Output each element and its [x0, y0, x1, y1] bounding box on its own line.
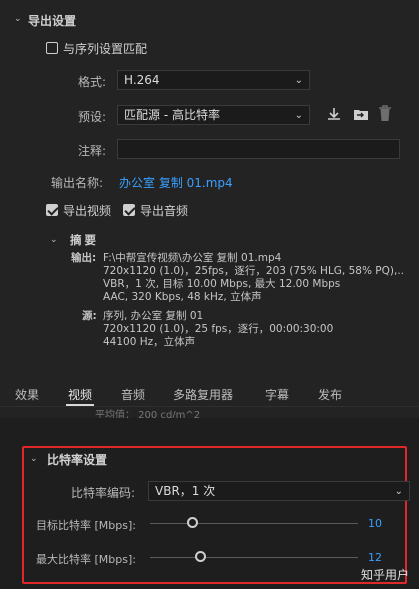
watermark-text: 知乎用户	[360, 568, 409, 582]
export-audio-checkbox[interactable]	[123, 204, 135, 216]
bitrate-encoding-select[interactable]: VBR，1 次 ⌄	[148, 481, 410, 501]
match-sequence-checkbox[interactable]	[46, 42, 58, 54]
chevron-down-icon[interactable]: ⌄	[50, 235, 58, 245]
chevron-down-icon[interactable]: ⌄	[14, 14, 22, 24]
target-bitrate-slider-thumb[interactable]	[187, 517, 198, 528]
export-settings-title: 导出设置	[28, 14, 77, 28]
format-value: H.264	[124, 73, 160, 87]
output-name-link[interactable]: 办公室 复制 01.mp4	[119, 174, 233, 191]
trash-icon[interactable]	[378, 105, 392, 122]
match-sequence-label: 与序列设置匹配	[63, 42, 148, 56]
summary-output-line: VBR，1 次, 目标 10.00 Mbps, 最大 12.00 Mbps	[103, 278, 341, 290]
summary-output-line: F:\中帮宣传视频\办公室 复制 01.mp4	[103, 252, 282, 264]
tab-bar: 效果 视频 音频 多路复用器 字幕 发布	[0, 381, 419, 407]
chevron-down-icon[interactable]: ⌄	[30, 454, 38, 464]
comment-input[interactable]	[117, 139, 400, 159]
bitrate-encoding-label: 比特率编码:	[71, 486, 136, 500]
target-bitrate-label: 目标比特率 [Mbps]:	[36, 519, 136, 532]
max-bitrate-label: 最大比特率 [Mbps]:	[36, 553, 136, 566]
max-bitrate-slider-thumb[interactable]	[195, 551, 206, 562]
target-bitrate-value[interactable]: 10	[368, 517, 382, 530]
export-video-checkbox[interactable]	[46, 204, 58, 216]
preset-label: 预设:	[78, 110, 107, 124]
export-video-label: 导出视频	[63, 204, 112, 218]
summary-output-line: 720x1120 (1.0)，25fps，逐行，203 (75% HLG, 58…	[103, 265, 404, 277]
summary-title: 摘要	[70, 233, 99, 247]
chevron-down-icon: ⌄	[294, 110, 303, 121]
preset-select[interactable]: 匹配源 - 高比特率 ⌄	[117, 105, 310, 125]
format-select[interactable]: H.264 ⌄	[117, 70, 310, 90]
import-preset-icon[interactable]	[352, 106, 370, 122]
summary-source-line: 44100 Hz，立体声	[103, 336, 196, 348]
export-audio-label: 导出音频	[140, 204, 189, 218]
max-bitrate-value[interactable]: 12	[368, 551, 382, 564]
output-name-label: 输出名称:	[51, 176, 104, 190]
chevron-down-icon: ⌄	[394, 486, 403, 497]
bitrate-settings-title: 比特率设置	[47, 453, 108, 467]
format-label: 格式:	[78, 75, 107, 89]
comment-label: 注释:	[78, 144, 107, 158]
target-bitrate-slider-track[interactable]	[150, 523, 358, 524]
preset-value: 匹配源 - 高比特率	[124, 108, 220, 122]
active-tab-indicator	[66, 404, 94, 406]
summary-source-line: 720x1120 (1.0)，25 fps，逐行，00:00:30:00	[103, 323, 334, 335]
tab-effects[interactable]: 效果	[15, 386, 39, 403]
tab-multiplexer[interactable]: 多路复用器	[173, 386, 233, 403]
download-icon[interactable]	[326, 106, 342, 122]
summary-source-label: 源:	[82, 310, 97, 322]
summary-output-line: AAC, 320 Kbps, 48 kHz, 立体声	[103, 291, 262, 303]
max-bitrate-slider-track[interactable]	[150, 557, 358, 558]
tab-video[interactable]: 视频	[68, 386, 92, 403]
tab-audio[interactable]: 音频	[121, 386, 145, 403]
tab-captions[interactable]: 字幕	[265, 386, 289, 403]
bitrate-encoding-value: VBR，1 次	[155, 484, 216, 498]
chevron-down-icon: ⌄	[294, 75, 303, 86]
summary-output-label: 输出:	[71, 252, 97, 264]
tab-publish[interactable]: 发布	[318, 386, 342, 403]
summary-source-line: 序列, 办公室 复制 01	[103, 310, 204, 322]
